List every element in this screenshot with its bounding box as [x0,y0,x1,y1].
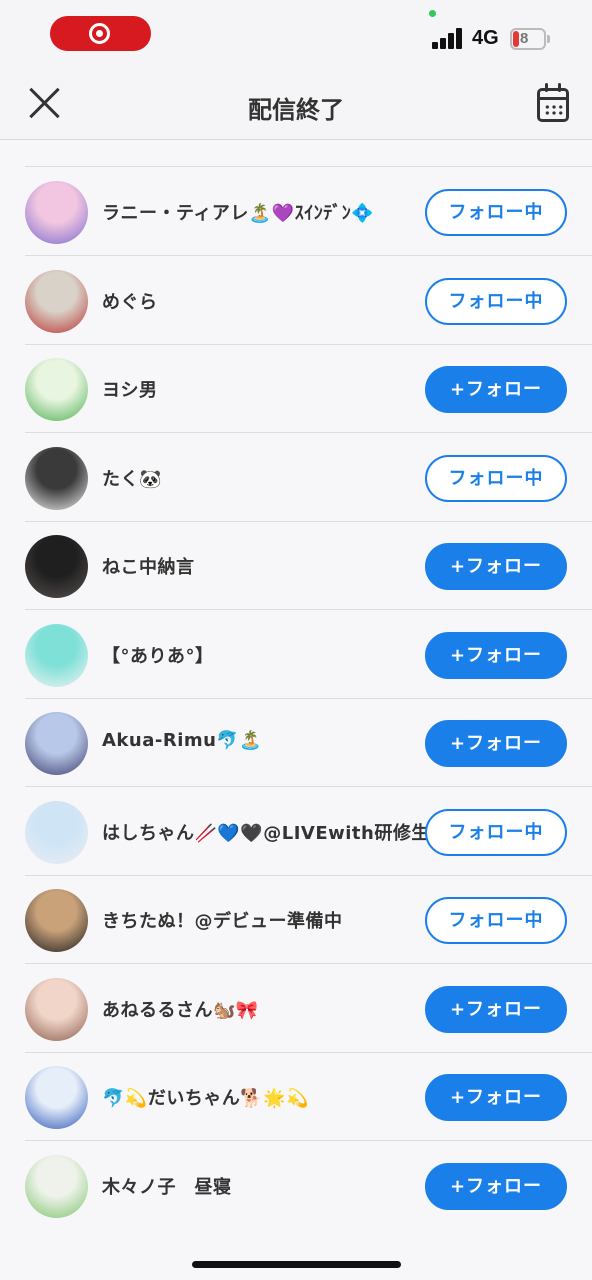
follow-button[interactable]: +フォロー [425,1074,567,1121]
list-item[interactable]: ラニー・ティアレ🏝️💜ｽｲﾝﾃﾞﾝ💠 フォロー中 [25,168,592,256]
screen-recording-indicator[interactable] [50,16,151,51]
record-icon [89,23,110,44]
avatar[interactable] [25,447,88,510]
page-title: 配信終了 [248,96,344,124]
user-name: はしちゃん🥢💙🖤@LIVEwith研修生 [102,823,430,844]
list-item[interactable]: 🐬💫だいちゃん🐕🌟💫 +フォロー [25,1053,592,1141]
user-name: ヨシ男 [102,380,158,401]
calendar-ring [545,83,548,92]
avatar[interactable] [25,1155,88,1218]
following-button[interactable]: フォロー中 [425,189,567,236]
status-bar: 4G 8 [0,0,592,72]
list-item[interactable]: あねるるさん🐿️🎀 +フォロー [25,965,592,1053]
avatar[interactable] [25,181,88,244]
navigation-bar: 配信終了 [0,72,592,140]
following-button[interactable]: フォロー中 [425,278,567,325]
avatar[interactable] [25,889,88,952]
follow-button[interactable]: +フォロー [425,720,567,767]
following-button[interactable]: フォロー中 [425,809,567,856]
user-name: Akua-Rimu🐬🏝️ [102,730,263,751]
list-item[interactable]: ねこ中納言 +フォロー [25,522,592,610]
battery-terminal [547,35,550,43]
calendar-ring [558,83,561,92]
user-name: きちたぬ！@デビュー準備中 [102,911,343,932]
calendar-grid [544,104,564,116]
user-name: 【°ありあ°】 [102,646,214,667]
viewer-list[interactable]: ラニー・ティアレ🏝️💜ｽｲﾝﾃﾞﾝ💠 フォロー中 めぐら フォロー中 ヨシ男 +フォローた… [25,141,592,1228]
battery-percent: 8 [520,30,529,47]
list-item[interactable]: 木々ノ子 昼寝 +フォロー [25,1142,592,1228]
list-item[interactable]: Akua-Rimu🐬🏝️ +フォロー [25,699,592,787]
following-button[interactable]: フォロー中 [425,455,567,502]
signal-strength-icon [432,28,464,49]
camera-in-use-dot [429,10,436,17]
follow-button[interactable]: +フォロー [425,1163,567,1210]
list-item[interactable]: はしちゃん🥢💙🖤@LIVEwith研修生 フォロー中 [25,788,592,876]
list-item[interactable]: ヨシ男 +フォロー [25,345,592,433]
follow-button[interactable]: +フォロー [425,986,567,1033]
list-item[interactable]: 【°ありあ°】 +フォロー [25,611,592,699]
battery-icon: 8 [510,28,546,50]
avatar[interactable] [25,624,88,687]
follow-button[interactable]: +フォロー [425,366,567,413]
user-name: めぐら [102,292,158,313]
avatar[interactable] [25,801,88,864]
battery-level-fill [513,31,519,47]
avatar[interactable] [25,270,88,333]
follow-button[interactable]: +フォロー [425,543,567,590]
list-item-partial [25,141,592,167]
avatar[interactable] [25,712,88,775]
avatar[interactable] [25,358,88,421]
user-name: あねるるさん🐿️🎀 [102,1000,259,1021]
user-name: 🐬💫だいちゃん🐕🌟💫 [102,1088,310,1109]
following-button[interactable]: フォロー中 [425,897,567,944]
list-item[interactable]: たく🐼 フォロー中 [25,434,592,522]
user-name: たく🐼 [102,469,162,490]
home-indicator[interactable] [192,1261,401,1268]
network-type: 4G [472,27,499,49]
user-name: ラニー・ティアレ🏝️💜ｽｲﾝﾃﾞﾝ💠 [102,203,375,224]
avatar[interactable] [25,535,88,598]
user-name: 木々ノ子 昼寝 [102,1177,232,1198]
user-name: ねこ中納言 [102,557,195,578]
avatar[interactable] [25,1066,88,1129]
calendar-icon[interactable] [537,83,569,122]
list-item[interactable]: きちたぬ！@デビュー準備中 フォロー中 [25,876,592,964]
follow-button[interactable]: +フォロー [425,632,567,679]
list-item[interactable]: めぐら フォロー中 [25,257,592,345]
avatar[interactable] [25,978,88,1041]
